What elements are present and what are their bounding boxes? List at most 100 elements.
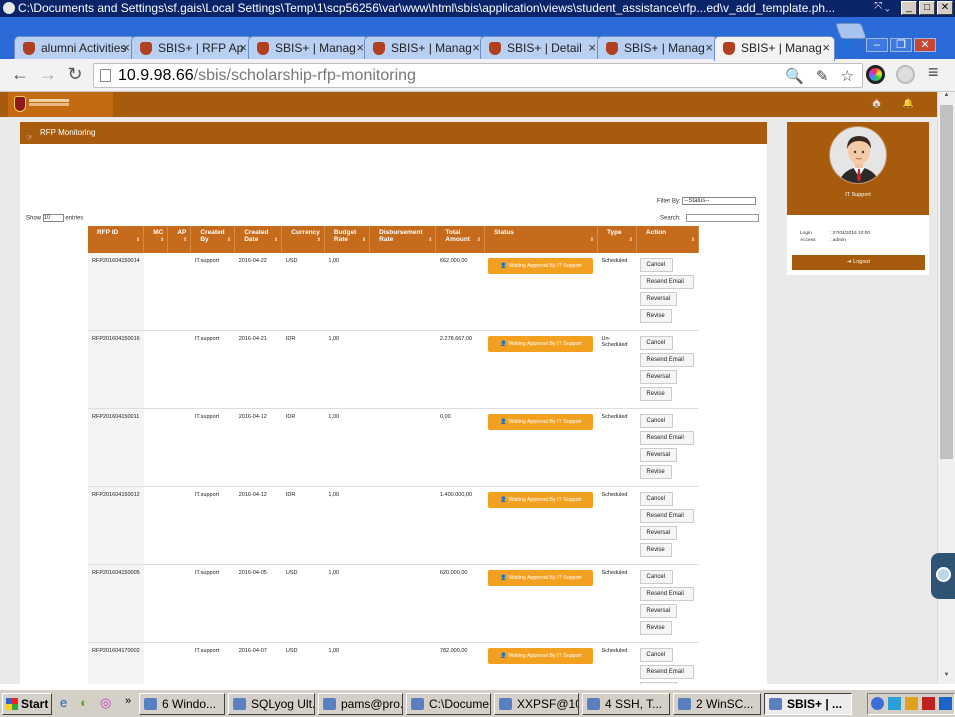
close-window-button[interactable]: ✕ bbox=[937, 1, 953, 15]
help-icon[interactable] bbox=[871, 697, 884, 710]
cancel-button[interactable]: Cancel bbox=[640, 258, 674, 272]
cancel-button[interactable]: Cancel bbox=[640, 648, 674, 662]
column-header[interactable]: Action ⇕ bbox=[636, 226, 700, 253]
status-badge[interactable]: 👤 Waiting Approval By IT Support bbox=[488, 648, 594, 664]
chrome-minimize-button[interactable]: – bbox=[866, 38, 888, 52]
tab-close-icon[interactable]: × bbox=[472, 37, 480, 59]
floating-side-widget[interactable] bbox=[931, 553, 955, 599]
taskbar-button-documents[interactable]: C:\Docume... bbox=[406, 693, 491, 715]
sort-icon[interactable]: ⇕ bbox=[136, 237, 140, 243]
logout-button[interactable]: ➜ Logout bbox=[792, 255, 925, 270]
tab-close-icon[interactable]: × bbox=[239, 37, 247, 59]
resend-email-button[interactable]: Resend Email bbox=[640, 509, 695, 523]
network-icon[interactable] bbox=[888, 697, 901, 710]
tab-close-icon[interactable]: × bbox=[705, 37, 713, 59]
reload-icon[interactable]: ↻ bbox=[64, 64, 86, 85]
sort-icon[interactable]: ⇕ bbox=[274, 237, 278, 243]
tab-close-icon[interactable]: × bbox=[588, 37, 596, 59]
tab-3[interactable]: SBIS+ | Manag × bbox=[364, 36, 485, 60]
sort-icon[interactable]: ⇕ bbox=[160, 237, 164, 243]
scroll-thumb[interactable] bbox=[940, 105, 953, 459]
search-input[interactable] bbox=[686, 214, 760, 222]
chrome-close-button[interactable]: ✕ bbox=[914, 38, 936, 52]
status-badge[interactable]: 👤 Waiting Approval By IT Support bbox=[488, 258, 594, 274]
forward-icon[interactable]: → bbox=[37, 64, 59, 85]
shield-icon[interactable] bbox=[922, 697, 935, 710]
sort-icon[interactable]: ⇕ bbox=[691, 237, 695, 243]
revise-button[interactable]: Revise bbox=[640, 621, 673, 635]
taskbar-button-xxpsf[interactable]: XXPSF@10... bbox=[494, 693, 579, 715]
column-header[interactable]: Disbursement Rate ⇕ bbox=[369, 226, 437, 253]
back-icon[interactable]: ← bbox=[9, 64, 31, 85]
status-badge[interactable]: 👤 Waiting Approval By IT Support bbox=[488, 336, 594, 352]
sort-icon[interactable]: ⇕ bbox=[317, 237, 321, 243]
column-header[interactable]: Type ⇕ bbox=[597, 226, 637, 253]
minimize-button[interactable]: _ bbox=[901, 1, 917, 15]
sort-icon[interactable]: ⇕ bbox=[428, 237, 432, 243]
new-tab-button[interactable] bbox=[835, 23, 867, 39]
sort-icon[interactable]: ⇕ bbox=[477, 237, 481, 243]
revise-button[interactable]: Revise bbox=[640, 543, 673, 557]
sort-icon[interactable]: ⇕ bbox=[362, 237, 366, 243]
overlay-icon[interactable]: ⤧ ⌄ bbox=[865, 1, 899, 15]
taskbar-button-filezilla[interactable]: pams@pro... bbox=[318, 693, 403, 715]
tray-icon[interactable] bbox=[939, 697, 952, 710]
start-button[interactable]: Start bbox=[2, 693, 52, 715]
scroll-up-icon[interactable]: ▲ bbox=[938, 92, 955, 104]
taskbar-button-ssh[interactable]: 4 SSH, T... bbox=[582, 693, 670, 715]
sort-icon[interactable]: ⇕ bbox=[183, 237, 187, 243]
maximize-button[interactable]: □ bbox=[919, 1, 935, 15]
revise-button[interactable]: Revise bbox=[640, 309, 673, 323]
more-quicklaunch-icon[interactable]: » bbox=[125, 695, 131, 707]
reversal-button[interactable]: Reversal bbox=[640, 604, 678, 618]
column-header[interactable]: Budget Rate ⇕ bbox=[324, 226, 371, 253]
taskbar-button-chrome[interactable]: SBIS+ | ... bbox=[764, 693, 852, 715]
status-badge[interactable]: 👤 Waiting Approval By IT Support bbox=[488, 570, 594, 586]
column-header[interactable]: Currency ⇕ bbox=[281, 226, 325, 253]
taskbar-button-winscp[interactable]: 2 WinSC... bbox=[673, 693, 761, 715]
resend-email-button[interactable]: Resend Email bbox=[640, 353, 695, 367]
ie-icon[interactable]: e bbox=[60, 695, 67, 710]
chrome-menu-icon[interactable]: ≡ bbox=[928, 62, 939, 83]
tab-5[interactable]: SBIS+ | Manag × bbox=[597, 36, 718, 60]
taskbar-button-sqlyog[interactable]: SQLyog Ult... bbox=[228, 693, 315, 715]
reversal-button[interactable]: Reversal bbox=[640, 292, 678, 306]
extension-color-icon[interactable] bbox=[866, 65, 885, 84]
column-header[interactable]: Created By ⇕ bbox=[190, 226, 236, 253]
tab-close-icon[interactable]: × bbox=[356, 37, 364, 59]
revise-button[interactable]: Revise bbox=[640, 387, 673, 401]
reversal-button[interactable]: Reversal bbox=[640, 682, 678, 684]
reversal-button[interactable]: Reversal bbox=[640, 370, 678, 384]
scroll-down-icon[interactable]: ▼ bbox=[938, 672, 955, 684]
sort-icon[interactable]: ⇕ bbox=[227, 237, 231, 243]
profile-icon[interactable]: 👤 bbox=[836, 38, 858, 52]
address-bar[interactable]: 10.9.98.66/sbis/scholarship-rfp-monitori… bbox=[93, 63, 863, 88]
column-header[interactable]: Status ⇕ bbox=[484, 226, 598, 253]
resend-email-button[interactable]: Resend Email bbox=[640, 275, 695, 289]
tab-4[interactable]: SBIS+ | Detail × bbox=[480, 36, 601, 60]
header-icons[interactable]: 🏠 🔔 bbox=[871, 98, 923, 109]
sort-icon[interactable]: ⇕ bbox=[590, 237, 594, 243]
tab-close-icon[interactable]: × bbox=[822, 37, 830, 59]
column-header[interactable]: AP ⇕ bbox=[167, 226, 192, 253]
app-logo[interactable] bbox=[8, 92, 113, 117]
chrome-restore-button[interactable]: ❐ bbox=[890, 38, 912, 52]
cancel-button[interactable]: Cancel bbox=[640, 570, 674, 584]
tab-0[interactable]: alumni Activities × bbox=[14, 36, 135, 60]
resend-email-button[interactable]: Resend Email bbox=[640, 431, 695, 445]
tab-1[interactable]: SBIS+ | RFP Ap × bbox=[131, 36, 252, 60]
resend-email-button[interactable]: Resend Email bbox=[640, 665, 695, 679]
status-filter-select[interactable]: --Status-- bbox=[682, 197, 757, 205]
reversal-button[interactable]: Reversal bbox=[640, 526, 678, 540]
quicklaunch-icon-2[interactable]: ◎ bbox=[100, 695, 111, 711]
status-badge[interactable]: 👤 Waiting Approval By IT Support bbox=[488, 492, 594, 508]
omnibox-icons[interactable]: 🔍 ✎ ☆ bbox=[785, 65, 858, 88]
cancel-button[interactable]: Cancel bbox=[640, 336, 674, 350]
tab-2[interactable]: SBIS+ | Manag × bbox=[248, 36, 369, 60]
tab-6[interactable]: SBIS+ | Manag × bbox=[714, 36, 835, 61]
security-icon[interactable] bbox=[905, 697, 918, 710]
revise-button[interactable]: Revise bbox=[640, 465, 673, 479]
cancel-button[interactable]: Cancel bbox=[640, 414, 674, 428]
cancel-button[interactable]: Cancel bbox=[640, 492, 674, 506]
extension-icon[interactable] bbox=[896, 65, 915, 84]
